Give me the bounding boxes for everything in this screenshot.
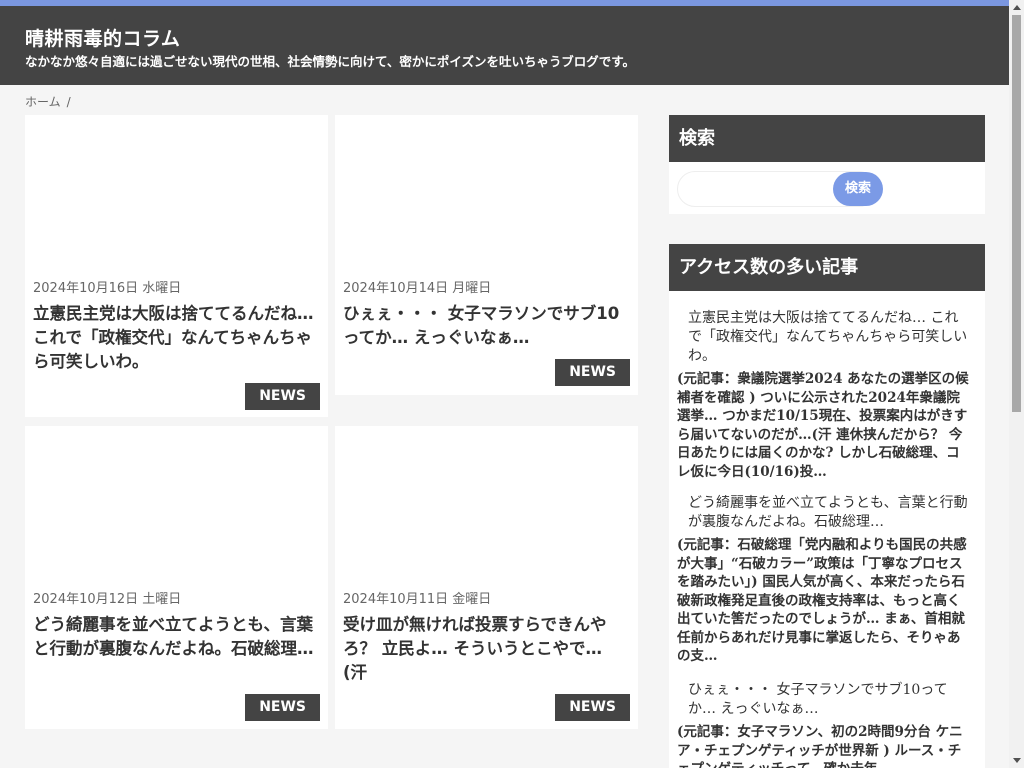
site-title[interactable]: 晴耕雨毒的コラム [25,24,180,51]
post-title[interactable]: どう綺麗事を並べ立てようとも、言葉と行動が裏腹なんだよね。石破総理… [33,613,320,661]
post-title[interactable]: ひぇぇ・・・ 女子マラソンでサブ10ってか… えっぐいなぁ… [343,302,630,350]
popular-post-title[interactable]: 立憲民主党は大阪は捨ててるんだね… これで「政権交代」なんてちゃんちゃら可笑しい… [677,309,971,366]
category-badge[interactable]: NEWS [555,359,630,386]
category-badge[interactable]: NEWS [245,694,320,721]
breadcrumb: ホーム / [25,93,71,110]
popular-post-excerpt: (元記事：女子マラソン、初の2時間9分台 ケニア・チェプンゲティッチが世界新 )… [677,724,963,768]
post-card[interactable]: 2024年10月14日 月曜日 ひぇぇ・・・ 女子マラソンでサブ10ってか… え… [335,115,638,395]
search-widget-heading: 検索 [669,115,985,162]
popular-posts-heading: アクセス数の多い記事 [669,244,985,291]
popular-post-title[interactable]: どう綺麗事を並べ立てようとも、言葉と行動が裏腹なんだよね。石破総理… [677,494,971,532]
post-title[interactable]: 立憲民主党は大阪は捨ててるんだね… これで「政権交代」なんてちゃんちゃら可笑しい… [33,302,320,374]
post-date: 2024年10月12日 土曜日 [33,592,182,607]
category-badge[interactable]: NEWS [245,383,320,410]
popular-posts-list: 立憲民主党は大阪は捨ててるんだね… これで「政権交代」なんてちゃんちゃら可笑しい… [669,291,985,768]
post-card[interactable]: 2024年10月11日 金曜日 受け皿が無ければ投票すらできんやろ？ 立民よ… … [335,426,638,729]
post-date: 2024年10月11日 金曜日 [343,592,492,607]
post-card[interactable]: 2024年10月16日 水曜日 立憲民主党は大阪は捨ててるんだね… これで「政権… [25,115,328,417]
popular-post-item[interactable]: 立憲民主党は大阪は捨ててるんだね… これで「政権交代」なんてちゃんちゃら可笑しい… [677,309,971,481]
post-card[interactable]: 2024年10月12日 土曜日 どう綺麗事を並べ立てようとも、言葉と行動が裏腹な… [25,426,328,729]
site-header: 晴耕雨毒的コラム なかなか悠々自適には過ごせない現代の世相、社会情勢に向けて、密… [0,6,1009,85]
breadcrumb-separator: / [66,95,71,109]
popular-post-excerpt: (元記事：衆議院選挙2024 あなたの選挙区の候補者を確認 ) ついに公示された… [677,371,969,480]
popular-post-item[interactable]: どう綺麗事を並べ立てようとも、言葉と行動が裏腹なんだよね。石破総理… (元記事：… [677,494,971,666]
breadcrumb-home-link[interactable]: ホーム [25,95,61,109]
scrollbar-thumb[interactable] [1012,15,1021,412]
popular-post-item[interactable]: ひぇぇ・・・ 女子マラソンでサブ10ってか… えっぐいなぁ… (元記事：女子マラ… [677,681,971,768]
search-widget: 検索 [669,162,985,214]
scroll-down-arrow-icon[interactable] [1009,753,1024,768]
popular-post-title[interactable]: ひぇぇ・・・ 女子マラソンでサブ10ってか… えっぐいなぁ… [677,681,971,719]
site-description: なかなか悠々自適には過ごせない現代の世相、社会情勢に向けて、密かにポイズンを吐い… [25,54,636,69]
post-date: 2024年10月16日 水曜日 [33,281,182,296]
scroll-up-arrow-icon[interactable] [1009,0,1024,15]
category-badge[interactable]: NEWS [555,694,630,721]
post-date: 2024年10月14日 月曜日 [343,281,492,296]
post-title[interactable]: 受け皿が無ければ投票すらできんやろ？ 立民よ… そういうとこやで… (汗 [343,613,630,685]
search-button[interactable]: 検索 [833,172,883,206]
popular-post-excerpt: (元記事：石破総理「党内融和よりも国民の共感が大事」“石破カラー”政策は「丁寧な… [677,537,967,664]
page-scrollbar[interactable] [1009,0,1024,768]
